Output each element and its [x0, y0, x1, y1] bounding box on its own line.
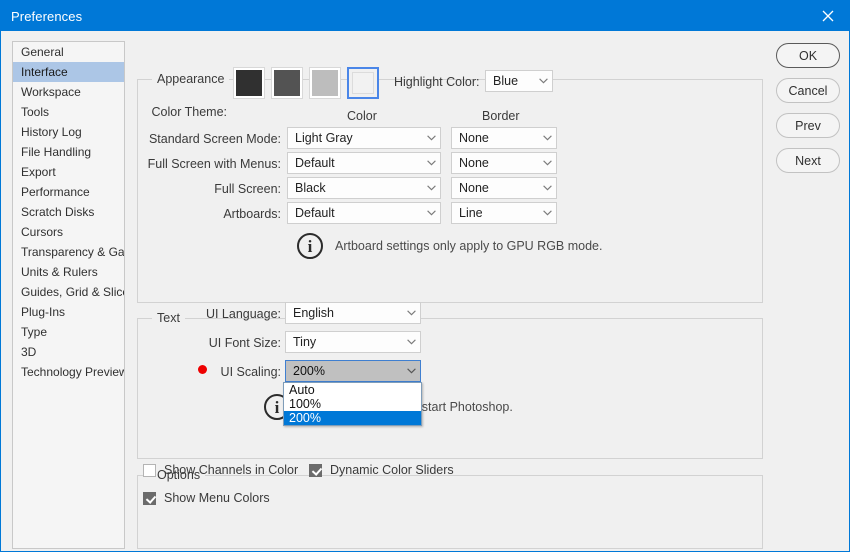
chevron-down-icon	[422, 185, 440, 191]
appearance-info-text: Artboard settings only apply to GPU RGB …	[335, 239, 603, 253]
chevron-down-icon	[538, 160, 556, 166]
chevron-down-icon	[402, 310, 420, 316]
chevron-down-icon	[538, 185, 556, 191]
swatch-fill	[236, 70, 262, 96]
checkbox-box	[143, 463, 156, 477]
combo-value: Black	[295, 181, 326, 195]
ui-scaling-dropdown[interactable]: Auto 100% 200%	[283, 382, 422, 426]
sidebar-item-units-rulers[interactable]: Units & Rulers	[13, 262, 124, 282]
close-icon[interactable]	[805, 1, 849, 31]
sidebar-item-guides-grid-slices[interactable]: Guides, Grid & Slices	[13, 282, 124, 302]
checkbox-label: Show Channels in Color	[164, 463, 299, 477]
highlight-color-value: Blue	[493, 74, 519, 88]
combo-value: Default	[295, 206, 335, 220]
ok-button[interactable]: OK	[776, 43, 840, 68]
options-group: Options	[137, 468, 763, 549]
chevron-down-icon	[422, 160, 440, 166]
sidebar-item-workspace[interactable]: Workspace	[13, 82, 124, 102]
full-screen-label: Full Screen:	[214, 182, 281, 196]
swatch-fill	[274, 70, 300, 96]
ui-font-size-label: UI Font Size:	[208, 336, 281, 350]
cancel-button[interactable]: Cancel	[776, 78, 840, 103]
full-screen-color-combo[interactable]: Black	[287, 177, 441, 199]
ui-language-combo[interactable]: English	[285, 302, 421, 324]
artboards-label: Artboards:	[223, 207, 281, 221]
dropdown-option-200[interactable]: 200%	[284, 411, 421, 425]
sidebar-item-type[interactable]: Type	[13, 322, 124, 342]
sidebar-item-technology-previews[interactable]: Technology Previews	[13, 362, 124, 382]
sidebar-item-history-log[interactable]: History Log	[13, 122, 124, 142]
highlight-color-combo[interactable]: Blue	[485, 70, 553, 92]
full-screen-with-menus-border-combo[interactable]: None	[451, 152, 557, 174]
chevron-down-icon	[538, 135, 556, 141]
ui-language-label: UI Language:	[205, 307, 281, 321]
checkbox-label: Show Menu Colors	[164, 491, 270, 505]
combo-value: None	[459, 131, 489, 145]
category-list[interactable]: General Interface Workspace Tools History Lo…	[12, 41, 125, 549]
highlight-color-label: Highlight Color:	[394, 75, 480, 89]
column-header-border: Border	[482, 109, 520, 123]
checkbox-dynamic-color-sliders[interactable]: Dynamic Color Sliders	[309, 463, 454, 477]
sidebar-item-interface[interactable]: Interface	[13, 62, 124, 82]
standard-screen-mode-color-combo[interactable]: Light Gray	[287, 127, 441, 149]
full-screen-border-combo[interactable]: None	[451, 177, 557, 199]
dropdown-option-100[interactable]: 100%	[284, 397, 421, 411]
appearance-group-title: Appearance	[152, 72, 230, 86]
swatch-theme-dark[interactable]	[271, 67, 303, 99]
swatch-theme-light[interactable]	[347, 67, 379, 99]
info-icon: i	[297, 233, 323, 259]
ui-font-size-value: Tiny	[293, 335, 317, 349]
sidebar-item-export[interactable]: Export	[13, 162, 124, 182]
sidebar-item-file-handling[interactable]: File Handling	[13, 142, 124, 162]
preferences-dialog: Preferences General Interface Workspace Too…	[0, 0, 850, 552]
combo-value: Line	[459, 206, 483, 220]
chevron-down-icon	[422, 135, 440, 141]
standard-screen-mode-border-combo[interactable]: None	[451, 127, 557, 149]
full-screen-with-menus-color-combo[interactable]: Default	[287, 152, 441, 174]
prev-button[interactable]: Prev	[776, 113, 840, 138]
dropdown-option-auto[interactable]: Auto	[284, 383, 421, 397]
ui-scaling-combo[interactable]: 200%	[285, 360, 421, 382]
sidebar-item-scratch-disks[interactable]: Scratch Disks	[13, 202, 124, 222]
combo-value: Light Gray	[295, 131, 353, 145]
next-button[interactable]: Next	[776, 148, 840, 173]
chevron-down-icon	[402, 339, 420, 345]
swatch-theme-darkest[interactable]	[233, 67, 265, 99]
combo-value: Default	[295, 156, 335, 170]
chevron-down-icon	[422, 210, 440, 216]
sidebar-item-performance[interactable]: Performance	[13, 182, 124, 202]
combo-value: None	[459, 181, 489, 195]
artboards-border-combo[interactable]: Line	[451, 202, 557, 224]
combo-value: None	[459, 156, 489, 170]
ui-scaling-value: 200%	[293, 364, 325, 378]
sidebar-item-transparency-gamut[interactable]: Transparency & Gamut	[13, 242, 124, 262]
window-title: Preferences	[11, 8, 83, 24]
sidebar-item-tools[interactable]: Tools	[13, 102, 124, 122]
artboards-color-combo[interactable]: Default	[287, 202, 441, 224]
chevron-down-icon	[534, 78, 552, 84]
checkbox-box	[309, 463, 322, 477]
sidebar-item-plug-ins[interactable]: Plug-Ins	[13, 302, 124, 322]
checkbox-box	[143, 491, 156, 505]
sidebar-item-cursors[interactable]: Cursors	[13, 222, 124, 242]
sidebar-item-general[interactable]: General	[13, 42, 124, 62]
checkbox-show-menu-colors[interactable]: Show Menu Colors	[143, 491, 270, 505]
title-bar: Preferences	[1, 1, 849, 31]
swatch-fill	[312, 70, 338, 96]
swatch-theme-medium[interactable]	[309, 67, 341, 99]
chevron-down-icon	[538, 210, 556, 216]
chevron-down-icon	[402, 368, 420, 374]
sidebar-item-3d[interactable]: 3D	[13, 342, 124, 362]
ui-language-value: English	[293, 306, 334, 320]
full-screen-with-menus-label: Full Screen with Menus:	[147, 157, 281, 171]
swatch-fill	[352, 72, 374, 94]
ui-font-size-combo[interactable]: Tiny	[285, 331, 421, 353]
checkbox-show-channels-in-color[interactable]: Show Channels in Color	[143, 463, 298, 477]
dialog-body: General Interface Workspace Tools History Lo…	[1, 31, 849, 551]
color-theme-label: Color Theme:	[151, 105, 228, 119]
column-header-color: Color	[347, 109, 377, 123]
ui-scaling-label: UI Scaling:	[220, 365, 281, 379]
checkbox-label: Dynamic Color Sliders	[330, 463, 454, 477]
standard-screen-mode-label: Standard Screen Mode:	[148, 132, 281, 146]
